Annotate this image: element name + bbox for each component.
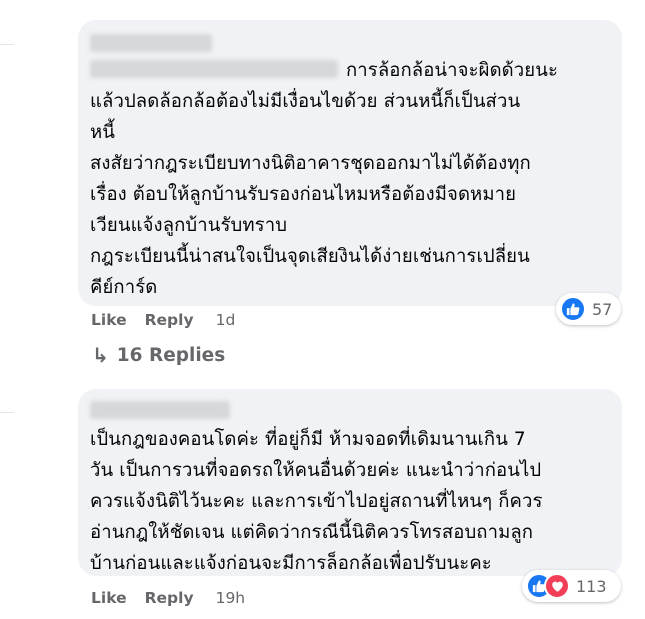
reaction-count: 113 [576, 576, 607, 596]
view-replies-link[interactable]: ↳ 16 Replies [92, 343, 225, 367]
comment-line: สงสัยว่ากฎระเบียบทางนิติอาคารชุดออกมาไม่… [90, 153, 531, 174]
comment-line: บ้านก่อนและแจ้งก่อนจะมีการล็อกล้อเพื่อปร… [90, 553, 492, 574]
truncated-text-fragment [170, 0, 184, 2]
reaction-summary[interactable]: 57 [556, 293, 621, 325]
comment-timestamp[interactable]: 1d [216, 311, 236, 329]
thread-divider [0, 412, 14, 413]
comment-line: เรื่อง ต้อบให้ลูกบ้านรับรองก่อนไหมหรือต้… [90, 184, 517, 205]
comment-line: เป็นกฎของคอนโดค่ะ ที่อยู่ก็มี ห้ามจอดที่… [90, 429, 526, 450]
like-reaction-icon [560, 296, 586, 322]
reply-button[interactable]: Reply [145, 311, 194, 329]
comment-actions: Like Reply 1d [91, 311, 235, 329]
comment-line: การล้อกล้อน่าจะผิดด้วยนะ [346, 60, 559, 81]
reaction-summary[interactable]: 113 [522, 570, 621, 602]
love-reaction-icon [544, 573, 570, 599]
comment-line: อ่านกฎให้ชัดเจน แต่คิดว่ากรณีนี้นิติควรโ… [90, 522, 534, 543]
thread-divider [0, 44, 14, 45]
reply-button[interactable]: Reply [145, 589, 194, 607]
blurred-author-name[interactable] [90, 401, 230, 419]
like-button[interactable]: Like [91, 311, 127, 329]
comment-actions: Like Reply 19h [91, 589, 245, 607]
comment-line: กฎระเบียนนี้น่าสนใจเป็นจุดเสียงินได้ง่าย… [90, 246, 530, 267]
replies-label: 16 Replies [116, 344, 226, 366]
comment-line: ควรแจ้งนิติไว้นะคะ และการเข้าไปอยู่สถานท… [90, 491, 543, 512]
comment-line: หนี้ [90, 122, 116, 143]
reaction-count: 57 [592, 299, 613, 319]
blurred-author-name[interactable] [90, 34, 212, 52]
comment-line: วัน เป็นการวนที่จอดรถให้คนอื่นด้วยค่ะ แน… [90, 460, 542, 481]
like-button[interactable]: Like [91, 589, 127, 607]
comment-line: แล้วปลดล้อกล้อต้องไม่มีเงื่อนไขด้วย ส่วน… [90, 91, 521, 112]
comment-line: คีย์การ์ด [90, 277, 158, 298]
comment-timestamp[interactable]: 19h [216, 589, 246, 607]
reply-arrow-icon: ↳ [92, 343, 109, 367]
comment-line: เวียนแจ้งลูกบ้านรับทราบ [90, 215, 288, 236]
blurred-mention[interactable] [90, 60, 338, 78]
